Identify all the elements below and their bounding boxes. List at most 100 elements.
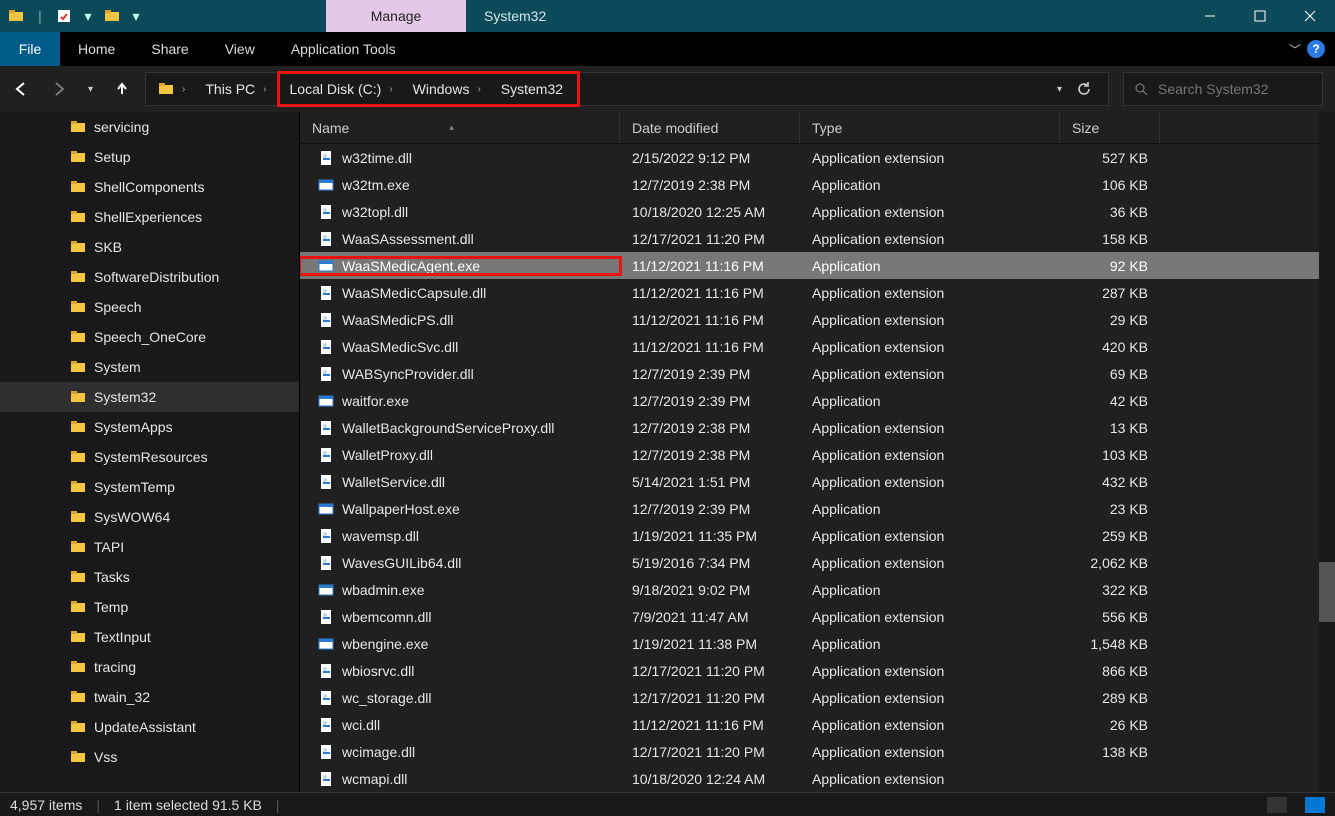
- ribbon-tab[interactable]: Application Tools: [273, 32, 414, 66]
- manage-tab[interactable]: Manage: [326, 0, 466, 32]
- qat-dropdown-icon[interactable]: ▾: [126, 6, 146, 26]
- col-date[interactable]: Date modified: [620, 112, 800, 143]
- file-row[interactable]: WaaSMedicSvc.dll11/12/2021 11:16 PMAppli…: [300, 333, 1335, 360]
- tree-item[interactable]: SKB: [0, 232, 299, 262]
- file-size: 26 KB: [1060, 717, 1160, 733]
- scrollbar-track[interactable]: [1319, 112, 1335, 792]
- tree-item[interactable]: ShellComponents: [0, 172, 299, 202]
- refresh-icon[interactable]: [1076, 81, 1092, 97]
- tree-item[interactable]: servicing: [0, 112, 299, 142]
- tree-item[interactable]: TAPI: [0, 532, 299, 562]
- file-name: WABSyncProvider.dll: [342, 366, 474, 382]
- close-button[interactable]: [1285, 0, 1335, 32]
- properties-icon[interactable]: [54, 6, 74, 26]
- file-row[interactable]: WavesGUILib64.dll5/19/2016 7:34 PMApplic…: [300, 549, 1335, 576]
- breadcrumb-part[interactable]: Local Disk (C:) ›: [280, 74, 403, 104]
- search-input[interactable]: [1158, 81, 1312, 97]
- tree-item[interactable]: Speech: [0, 292, 299, 322]
- file-row[interactable]: WaaSMedicPS.dll11/12/2021 11:16 PMApplic…: [300, 306, 1335, 333]
- col-name[interactable]: Name▴: [300, 112, 620, 143]
- tree-item[interactable]: SystemTemp: [0, 472, 299, 502]
- file-size: 556 KB: [1060, 609, 1160, 625]
- recent-dropdown-icon[interactable]: ▾: [88, 84, 93, 95]
- search-box[interactable]: [1123, 72, 1323, 106]
- qat-dropdown-icon[interactable]: ▾: [78, 6, 98, 26]
- file-row[interactable]: wc_storage.dll12/17/2021 11:20 PMApplica…: [300, 684, 1335, 711]
- forward-button[interactable]: [50, 80, 68, 98]
- tree-item[interactable]: Tasks: [0, 562, 299, 592]
- file-row[interactable]: WalletService.dll5/14/2021 1:51 PMApplic…: [300, 468, 1335, 495]
- ribbon-tab[interactable]: Home: [60, 32, 133, 66]
- address-dropdown-icon[interactable]: ▾: [1057, 84, 1062, 95]
- column-headers[interactable]: Name▴ Date modified Type Size: [300, 112, 1335, 144]
- title-bar[interactable]: | ▾ ▾ Manage System32: [0, 0, 1335, 32]
- file-row[interactable]: WaaSMedicCapsule.dll11/12/2021 11:16 PMA…: [300, 279, 1335, 306]
- tree-item[interactable]: Temp: [0, 592, 299, 622]
- tree-item[interactable]: Vss: [0, 742, 299, 772]
- tiles-view-icon[interactable]: [1305, 797, 1325, 813]
- col-type[interactable]: Type: [800, 112, 1060, 143]
- file-row[interactable]: WalletBackgroundServiceProxy.dll12/7/201…: [300, 414, 1335, 441]
- file-icon: [318, 744, 334, 760]
- file-date: 12/7/2019 2:38 PM: [620, 420, 800, 436]
- tree-item[interactable]: System32: [0, 382, 299, 412]
- tree-item[interactable]: SoftwareDistribution: [0, 262, 299, 292]
- file-row[interactable]: w32time.dll2/15/2022 9:12 PMApplication …: [300, 144, 1335, 171]
- breadcrumb-part[interactable]: Windows ›: [403, 74, 491, 104]
- file-row[interactable]: WalletProxy.dll12/7/2019 2:38 PMApplicat…: [300, 441, 1335, 468]
- file-row[interactable]: w32topl.dll10/18/2020 12:25 AMApplicatio…: [300, 198, 1335, 225]
- file-icon: [318, 339, 334, 355]
- nav-tree[interactable]: servicingSetupShellComponentsShellExperi…: [0, 112, 300, 792]
- file-row[interactable]: wavemsp.dll1/19/2021 11:35 PMApplication…: [300, 522, 1335, 549]
- tree-item[interactable]: ShellExperiences: [0, 202, 299, 232]
- tree-item[interactable]: TextInput: [0, 622, 299, 652]
- breadcrumb-part[interactable]: System32: [491, 74, 573, 104]
- up-button[interactable]: [113, 80, 131, 98]
- ribbon-tab[interactable]: Share: [133, 32, 206, 66]
- ribbon-tab[interactable]: View: [207, 32, 273, 66]
- file-type: Application extension: [800, 717, 1060, 733]
- scrollbar-thumb[interactable]: [1319, 562, 1335, 622]
- file-row[interactable]: wcmapi.dll10/18/2020 12:24 AMApplication…: [300, 765, 1335, 792]
- tree-item[interactable]: twain_32: [0, 682, 299, 712]
- file-rows[interactable]: w32time.dll2/15/2022 9:12 PMApplication …: [300, 144, 1335, 792]
- breadcrumb-label: Local Disk (C:): [290, 81, 382, 97]
- file-row[interactable]: wbadmin.exe9/18/2021 9:02 PMApplication3…: [300, 576, 1335, 603]
- expand-ribbon-icon[interactable]: ﹀: [1289, 41, 1301, 58]
- file-icon: [318, 636, 334, 652]
- file-row[interactable]: waitfor.exe12/7/2019 2:39 PMApplication4…: [300, 387, 1335, 414]
- tree-item[interactable]: Speech_OneCore: [0, 322, 299, 352]
- file-row[interactable]: wbemcomn.dll7/9/2021 11:47 AMApplication…: [300, 603, 1335, 630]
- tree-item[interactable]: SysWOW64: [0, 502, 299, 532]
- search-icon: [1134, 82, 1148, 96]
- tree-item[interactable]: SystemApps: [0, 412, 299, 442]
- tree-item[interactable]: Setup: [0, 142, 299, 172]
- breadcrumb-root[interactable]: This PC ›: [195, 73, 276, 105]
- tree-item[interactable]: tracing: [0, 652, 299, 682]
- file-row[interactable]: WaaSAssessment.dll12/17/2021 11:20 PMApp…: [300, 225, 1335, 252]
- address-bar[interactable]: › This PC › Local Disk (C:) › Windows › …: [145, 72, 1109, 106]
- file-type: Application extension: [800, 366, 1060, 382]
- minimize-button[interactable]: [1185, 0, 1235, 32]
- tree-item[interactable]: UpdateAssistant: [0, 712, 299, 742]
- tree-item[interactable]: System: [0, 352, 299, 382]
- col-size[interactable]: Size: [1060, 112, 1160, 143]
- file-row[interactable]: wbiosrvc.dll12/17/2021 11:20 PMApplicati…: [300, 657, 1335, 684]
- file-row[interactable]: wcimage.dll12/17/2021 11:20 PMApplicatio…: [300, 738, 1335, 765]
- file-size: 289 KB: [1060, 690, 1160, 706]
- help-icon[interactable]: ?: [1307, 40, 1325, 58]
- file-row[interactable]: wci.dll11/12/2021 11:16 PMApplication ex…: [300, 711, 1335, 738]
- file-row[interactable]: WallpaperHost.exe12/7/2019 2:39 PMApplic…: [300, 495, 1335, 522]
- file-row[interactable]: WABSyncProvider.dll12/7/2019 2:39 PMAppl…: [300, 360, 1335, 387]
- details-view-icon[interactable]: [1267, 797, 1287, 813]
- file-size: 1,548 KB: [1060, 636, 1160, 652]
- back-button[interactable]: [12, 80, 30, 98]
- maximize-button[interactable]: [1235, 0, 1285, 32]
- file-row[interactable]: w32tm.exe12/7/2019 2:38 PMApplication106…: [300, 171, 1335, 198]
- file-icon: [318, 312, 334, 328]
- file-row[interactable]: wbengine.exe1/19/2021 11:38 PMApplicatio…: [300, 630, 1335, 657]
- tree-item[interactable]: SystemResources: [0, 442, 299, 472]
- file-menu[interactable]: File: [0, 32, 60, 66]
- file-row[interactable]: WaaSMedicAgent.exe11/12/2021 11:16 PMApp…: [300, 252, 1335, 279]
- qat-sep: |: [30, 6, 50, 26]
